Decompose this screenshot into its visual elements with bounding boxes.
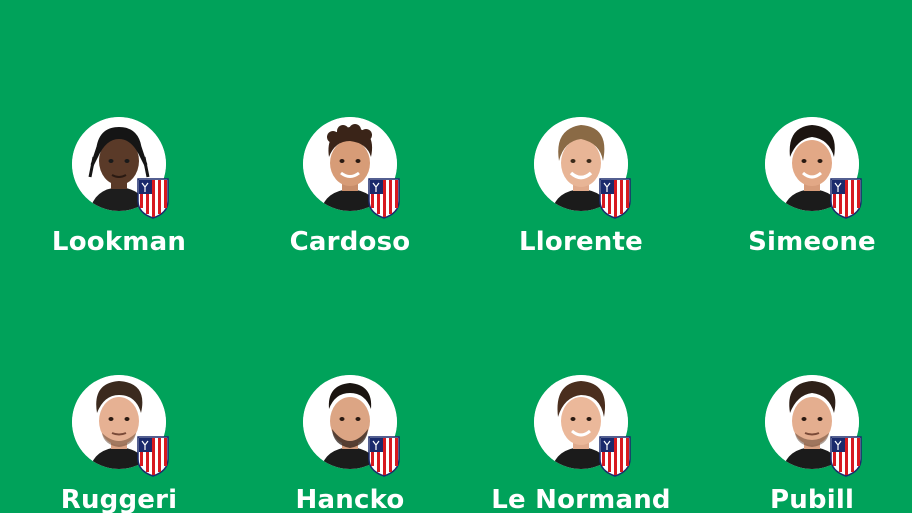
avatar-container [765, 117, 862, 219]
player-card-hancko[interactable]: Hancko [260, 375, 440, 513]
player-card-cardoso[interactable]: Cardoso [260, 117, 440, 259]
avatar-container [534, 117, 631, 219]
avatar-container [72, 375, 169, 477]
atletico-madrid-badge-icon [830, 436, 862, 477]
avatar-container [765, 375, 862, 477]
player-name: Hancko [295, 485, 405, 513]
formation-pitch: Lookman Cardoso Llorente Simeone Ruggeri… [0, 0, 912, 513]
player-card-ruggeri[interactable]: Ruggeri [29, 375, 209, 513]
player-name: Le Normand [491, 485, 671, 513]
avatar-container [303, 117, 400, 219]
atletico-madrid-badge-icon [368, 178, 400, 219]
player-name: Ruggeri [60, 485, 178, 513]
atletico-madrid-badge-icon [599, 436, 631, 477]
player-card-pubill[interactable]: Pubill [722, 375, 902, 513]
player-name: Cardoso [289, 227, 411, 257]
player-name: Llorente [519, 227, 643, 257]
player-card-llorente[interactable]: Llorente [491, 117, 671, 259]
player-name: Pubill [769, 485, 855, 513]
avatar-container [303, 375, 400, 477]
player-card-simeone[interactable]: Simeone [722, 117, 902, 259]
atletico-madrid-badge-icon [368, 436, 400, 477]
atletico-madrid-badge-icon [137, 436, 169, 477]
player-name: Lookman [51, 227, 187, 257]
atletico-madrid-badge-icon [137, 178, 169, 219]
player-card-lookman[interactable]: Lookman [29, 117, 209, 259]
avatar-container [534, 375, 631, 477]
avatar-container [72, 117, 169, 219]
atletico-madrid-badge-icon [830, 178, 862, 219]
atletico-madrid-badge-icon [599, 178, 631, 219]
player-name: Simeone [748, 227, 876, 257]
player-card-le-normand[interactable]: Le Normand [491, 375, 671, 513]
